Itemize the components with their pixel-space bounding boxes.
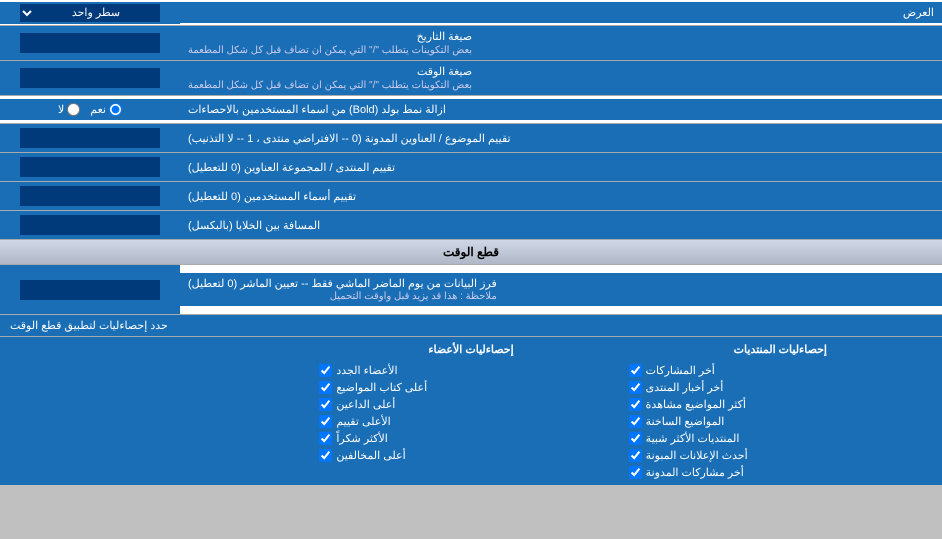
gap-label: المسافة بين الخلايا (بالبكسل) — [180, 211, 942, 239]
checkbox-col1-0[interactable] — [629, 364, 642, 377]
checkbox-item: أعلى المخالفين — [319, 449, 622, 462]
date-format-input-container: d-m — [0, 26, 180, 60]
date-format-input[interactable]: d-m — [20, 33, 160, 53]
gap-row: المسافة بين الخلايا (بالبكسل) 2 — [0, 211, 942, 240]
checkbox-col1-4[interactable] — [629, 432, 642, 445]
checkbox-item: أكثر المواضيع مشاهدة — [629, 398, 932, 411]
users-trim-label: تقييم أسماء المستخدمين (0 للتعطيل) — [180, 182, 942, 210]
checkboxes-container: إحصاءليات المنتديات أخر المشاركات أخر أخ… — [0, 337, 942, 485]
display-row: العرض سطر واحد — [0, 0, 942, 26]
apply-label: حدد إحصاءليات لتطبيق قطع الوقت — [10, 319, 168, 332]
limit-input-container: 0 — [0, 265, 180, 314]
gap-input[interactable]: 2 — [20, 215, 160, 235]
gap-input-container: 2 — [0, 211, 180, 239]
checkbox-col-members: إحصاءليات الأعضاء الأعضاء الجدد أعلى كتا… — [319, 343, 622, 479]
checkbox-col2-3[interactable] — [319, 415, 332, 428]
topic-order-label: تقييم الموضوع / العناوين المدونة (0 -- ا… — [180, 124, 942, 152]
display-select-container: سطر واحد — [0, 2, 180, 24]
date-format-label: صيغة التاريخ بعض التكوينات يتطلب "/" الت… — [180, 26, 942, 60]
checkbox-col2-5[interactable] — [319, 449, 332, 462]
checkbox-item: أخر مشاركات المدونة — [629, 466, 932, 479]
checkbox-item: المنتديات الأكثر شبية — [629, 432, 932, 445]
checkbox-item: أعلى كتاب المواضيع — [319, 381, 622, 394]
remove-bold-label: ازالة نمط بولد (Bold) من اسماء المستخدمي… — [180, 99, 942, 120]
limit-input[interactable]: 0 — [20, 280, 160, 300]
apply-section: حدد إحصاءليات لتطبيق قطع الوقت — [0, 315, 942, 337]
topic-order-input[interactable]: 33 — [20, 128, 160, 148]
checkbox-item: أحدث الإعلانات المبونة — [629, 449, 932, 462]
checkbox-item: أعلى الداعين — [319, 398, 622, 411]
checkbox-item: أخر المشاركات — [629, 364, 932, 377]
remove-bold-options: نعم لا — [0, 99, 180, 120]
snapshot-section-header: قطع الوقت — [0, 240, 942, 265]
time-format-label: صيغة الوقت بعض التكوينات يتطلب "/" التي … — [180, 61, 942, 95]
forum-order-input-container: 33 — [0, 153, 180, 181]
checkbox-col2-0[interactable] — [319, 364, 332, 377]
users-trim-row: تقييم أسماء المستخدمين (0 للتعطيل) 0 — [0, 182, 942, 211]
date-format-row: صيغة التاريخ بعض التكوينات يتطلب "/" الت… — [0, 26, 942, 61]
checkbox-item: أخر أخبار المنتدى — [629, 381, 932, 394]
forum-order-label: تقييم المنتدى / المجموعة العناوين (0 للت… — [180, 153, 942, 181]
limit-label: فرز البيانات من يوم الماضر الماشي فقط --… — [180, 273, 942, 306]
display-select[interactable]: سطر واحد — [20, 4, 160, 22]
time-format-row: صيغة الوقت بعض التكوينات يتطلب "/" التي … — [0, 61, 942, 96]
checkbox-col1-6[interactable] — [629, 466, 642, 479]
checkbox-item: الأكثر شكراً — [319, 432, 622, 445]
remove-bold-row: ازالة نمط بولد (Bold) من اسماء المستخدمي… — [0, 96, 942, 124]
checkbox-col1-3[interactable] — [629, 415, 642, 428]
display-label: العرض — [180, 2, 942, 23]
users-trim-input[interactable]: 0 — [20, 186, 160, 206]
checkbox-col1-5[interactable] — [629, 449, 642, 462]
checkbox-col2-1[interactable] — [319, 381, 332, 394]
col2-title: إحصاءليات الأعضاء — [319, 343, 622, 356]
checkbox-col2-4[interactable] — [319, 432, 332, 445]
limit-row: فرز البيانات من يوم الماضر الماشي فقط --… — [0, 265, 942, 315]
checkbox-col1-2[interactable] — [629, 398, 642, 411]
col1-title: إحصاءليات المنتديات — [629, 343, 932, 356]
checkbox-col2-2[interactable] — [319, 398, 332, 411]
checkbox-col-forums: إحصاءليات المنتديات أخر المشاركات أخر أخ… — [629, 343, 932, 479]
topic-order-input-container: 33 — [0, 124, 180, 152]
remove-bold-no[interactable]: لا — [58, 103, 80, 116]
time-format-input[interactable]: H:i — [20, 68, 160, 88]
users-trim-input-container: 0 — [0, 182, 180, 210]
time-format-input-container: H:i — [0, 61, 180, 95]
checkbox-item: الأعلى تقييم — [319, 415, 622, 428]
checkbox-item: المواضيع الساخنة — [629, 415, 932, 428]
checkbox-col-empty — [10, 343, 313, 479]
checkbox-col1-1[interactable] — [629, 381, 642, 394]
forum-order-input[interactable]: 33 — [20, 157, 160, 177]
checkbox-item: الأعضاء الجدد — [319, 364, 622, 377]
forum-order-row: تقييم المنتدى / المجموعة العناوين (0 للت… — [0, 153, 942, 182]
remove-bold-yes[interactable]: نعم — [90, 103, 122, 116]
topic-order-row: تقييم الموضوع / العناوين المدونة (0 -- ا… — [0, 124, 942, 153]
